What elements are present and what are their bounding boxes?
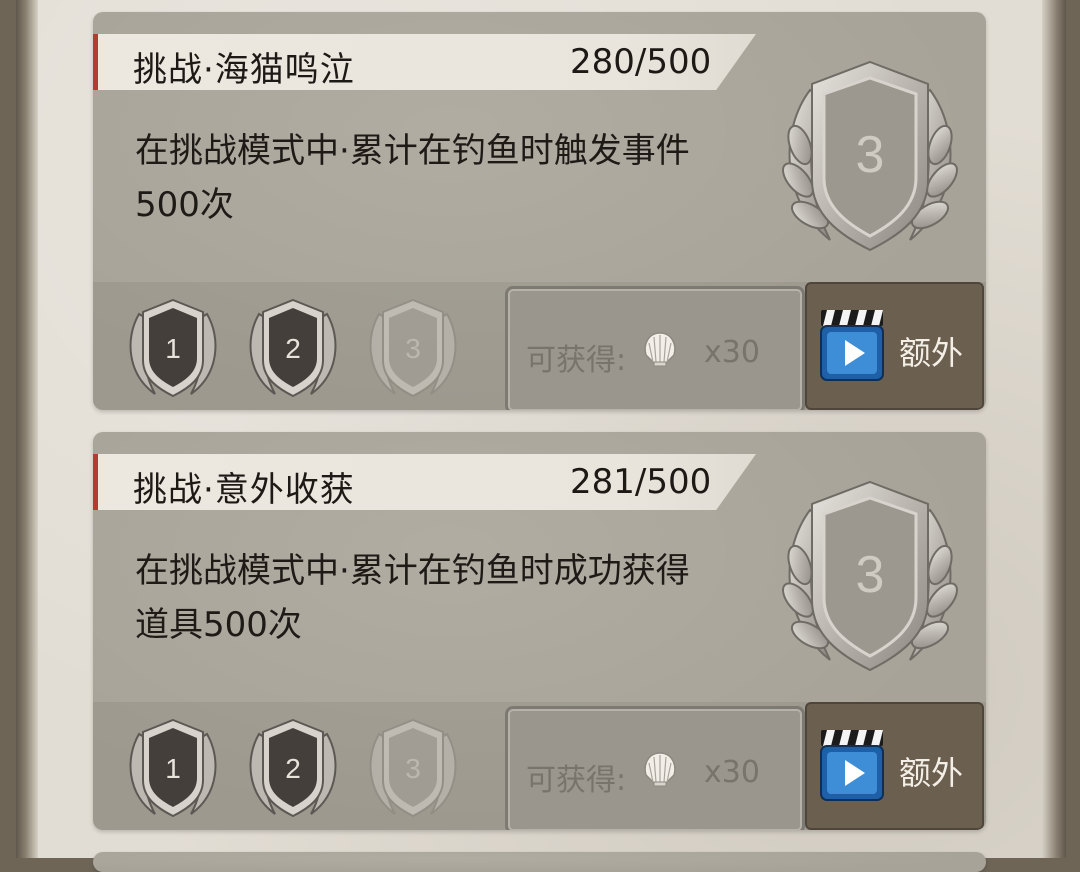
- shell-icon: [644, 332, 676, 367]
- tier-3-medal-icon: 3: [369, 298, 457, 398]
- achievement-title: 挑战·意外收获: [133, 470, 355, 510]
- description-line: 在挑战模式中·累计在钓鱼时触发事件: [135, 131, 690, 171]
- watch-ad-extra-button[interactable]: 额外: [805, 282, 984, 410]
- laurel-medal-icon: 3: [782, 60, 958, 252]
- description-line: 500次: [135, 185, 234, 225]
- reward-label: 可获得:: [526, 763, 627, 798]
- claim-reward-button[interactable]: 可获得: x30: [505, 706, 805, 830]
- achievement-card: 挑战·海猫鸣泣 280/500 在挑战模式中·累计在钓鱼时触发事件 500次 3: [93, 12, 986, 410]
- medal-tier-number: 3: [856, 546, 885, 604]
- claim-reward-button[interactable]: 可获得: x30: [505, 286, 805, 410]
- tier-label: 2: [285, 333, 301, 364]
- laurel-medal-icon: 3: [782, 480, 958, 672]
- extra-label: 额外: [899, 334, 964, 372]
- video-clapperboard-icon: [820, 730, 884, 801]
- achievement-progress: 281/500: [570, 462, 712, 502]
- tier-label: 3: [405, 753, 421, 784]
- tier-2-medal-icon: 2: [249, 718, 337, 818]
- tier-3-medal-icon: 3: [369, 718, 457, 818]
- reward-count: x30: [704, 335, 760, 370]
- reward-row: 1 2 3 可获得: x30 额外: [93, 702, 986, 830]
- shell-icon: [644, 752, 676, 787]
- panel-edge-right: [1042, 0, 1066, 858]
- tier-label: 1: [165, 753, 181, 784]
- tier-1-medal-icon: 1: [129, 298, 217, 398]
- tier-1-medal-icon: 1: [129, 718, 217, 818]
- achievement-progress: 280/500: [570, 42, 712, 82]
- tier-label: 2: [285, 753, 301, 784]
- tier-label: 3: [405, 333, 421, 364]
- achievement-description: 在挑战模式中·累计在钓鱼时触发事件 500次: [135, 124, 745, 232]
- achievement-title: 挑战·海猫鸣泣: [133, 50, 355, 90]
- watch-ad-extra-button[interactable]: 额外: [805, 702, 984, 830]
- achievement-card: 挑战·意外收获 281/500 在挑战模式中·累计在钓鱼时成功获得 道具500次…: [93, 432, 986, 830]
- tier-2-medal-icon: 2: [249, 298, 337, 398]
- extra-label: 额外: [899, 754, 964, 792]
- reward-label: 可获得:: [526, 343, 627, 378]
- medal-tier-number: 3: [856, 126, 885, 184]
- description-line: 道具500次: [135, 605, 302, 645]
- achievement-description: 在挑战模式中·累计在钓鱼时成功获得 道具500次: [135, 544, 745, 652]
- description-line: 在挑战模式中·累计在钓鱼时成功获得: [135, 551, 690, 591]
- reward-count: x30: [704, 755, 760, 790]
- panel-edge-left: [16, 0, 38, 858]
- reward-row: 1 2 3 可获得: x30 额外: [93, 282, 986, 410]
- video-clapperboard-icon: [820, 310, 884, 381]
- achievement-card-partial: [93, 852, 986, 872]
- tier-label: 1: [165, 333, 181, 364]
